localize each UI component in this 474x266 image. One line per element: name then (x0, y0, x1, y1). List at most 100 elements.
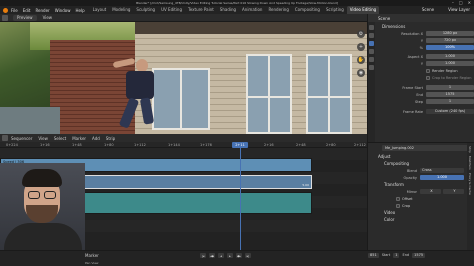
resolution-percent-label: % (419, 45, 423, 50)
crop-region-label: Crop to Render Region (432, 75, 472, 80)
sequencer-menu-view[interactable]: View (38, 136, 48, 141)
workspace-tab-rendering[interactable]: Rendering (265, 6, 291, 14)
menu-help[interactable]: Help (75, 8, 84, 13)
properties-panel: Scene Dimensions Resolution X 1280 px Y … (367, 14, 474, 142)
blender-logo-icon[interactable] (3, 7, 8, 13)
scene-selector[interactable]: Scene (422, 7, 434, 12)
tool-tab-icon[interactable] (369, 25, 374, 30)
frame-range: 851 Start 1 End 1575 (368, 253, 426, 258)
compositing-section[interactable]: Compositing (368, 160, 474, 167)
menu-edit[interactable]: Edit (23, 8, 31, 13)
mirror-y-toggle[interactable]: Y (443, 189, 464, 194)
tab-strip[interactable]: Strip (468, 146, 472, 153)
aspect-x-field[interactable]: 1.000 (426, 54, 474, 59)
resolution-y-field[interactable]: 720 px (426, 38, 474, 43)
opacity-field[interactable]: 1.000 (420, 175, 464, 180)
preview-view-menu[interactable]: View (43, 15, 53, 20)
house-window (152, 68, 210, 130)
workspace-tab-sculpting[interactable]: Sculpting (133, 6, 158, 14)
crop-checkbox[interactable] (396, 203, 400, 208)
menu-render[interactable]: Render (35, 8, 49, 13)
status-text: Pan View (85, 261, 99, 265)
workspace-tab-shading[interactable]: Shading (217, 6, 239, 14)
frame-end-field[interactable]: 1575 (426, 92, 474, 97)
offset-checkbox[interactable] (396, 196, 400, 201)
mirror-x-toggle[interactable]: X (420, 189, 441, 194)
offset-label: Offset (402, 196, 413, 201)
render-region-checkbox[interactable] (426, 68, 430, 73)
frame-step-field[interactable]: 1 (426, 99, 474, 104)
zoom-icon[interactable]: + (357, 43, 365, 51)
hand-icon[interactable]: ✋ (357, 56, 365, 64)
maximize-button[interactable]: □ (459, 0, 463, 5)
workspace-tab-texture-paint[interactable]: Texture Paint (185, 6, 217, 14)
jump-end-icon[interactable]: ▸| (245, 253, 251, 258)
workspace-tab-uv-editing[interactable]: UV Editing (158, 6, 185, 14)
workspace-tab-compositing[interactable]: Compositing (292, 6, 323, 14)
tab-proxy-cache[interactable]: Proxy & Cache (468, 173, 472, 195)
play-reverse-icon[interactable]: ◂ (218, 253, 224, 258)
bottom-bar: Marker Pan View |◂ ◂◆ ◂ ▸ ◆▸ ▸| 851 Star… (0, 250, 474, 266)
sequencer-menu-strip[interactable]: Strip (106, 136, 115, 141)
workspace-tab-layout[interactable]: Layout (90, 6, 110, 14)
shed (0, 107, 60, 134)
house-window (306, 54, 352, 134)
frame-rate-label: Frame Rate (402, 109, 423, 114)
frame-end-label: End (416, 92, 423, 97)
resolution-x-field[interactable]: 1280 px (426, 31, 474, 36)
frame-rate-dropdown[interactable]: Custom (240 fps) (426, 109, 474, 114)
color-section[interactable]: Color (368, 216, 474, 223)
workspace-tab-modeling[interactable]: Modeling (109, 6, 133, 14)
video-section[interactable]: Video (368, 209, 474, 216)
world-tab-icon[interactable] (369, 65, 374, 70)
strip-name-field[interactable]: Me_Jumping.002 (382, 145, 468, 151)
menu-file[interactable]: File (11, 8, 18, 13)
gear-icon[interactable]: ⚙ (357, 30, 365, 38)
workspace-tab-animation[interactable]: Animation (239, 6, 265, 14)
resolution-percent-field[interactable]: 100% (426, 45, 474, 50)
sequencer-menu-select[interactable]: Select (54, 136, 66, 141)
crop-region-checkbox[interactable] (426, 75, 430, 80)
glasses-icon (44, 191, 56, 199)
scene-tab-icon[interactable] (369, 57, 374, 62)
view-layer-selector[interactable]: View Layer (448, 7, 470, 12)
sequencer-menu-marker[interactable]: Marker (72, 136, 86, 141)
view-layer-tab-icon[interactable] (369, 49, 374, 54)
properties-scene-header: Scene (368, 14, 474, 22)
properties-tabs (368, 22, 375, 142)
jump-start-icon[interactable]: |◂ (200, 253, 206, 258)
end-frame-field[interactable]: 1575 (412, 253, 426, 258)
movie-strip-end: 5.00 (302, 183, 309, 187)
close-button[interactable]: ✕ (468, 0, 471, 5)
minimize-button[interactable]: – (452, 0, 454, 5)
preview-header: Preview View (0, 14, 367, 22)
output-tab-icon[interactable] (369, 41, 374, 46)
sequencer-menu-add[interactable]: Add (92, 136, 100, 141)
blend-dropdown[interactable]: Cross (420, 168, 464, 173)
sequencer-mode-dropdown[interactable]: Sequencer (11, 136, 32, 141)
workspace-tab-scripting[interactable]: Scripting (323, 6, 347, 14)
preview-mode-dropdown[interactable]: Preview (13, 14, 37, 21)
marker-label[interactable]: Marker (85, 253, 99, 258)
workspace-tab-video-editing[interactable]: Video Editing (346, 6, 380, 14)
frame-start-label: Frame Start (402, 85, 423, 90)
menu-window[interactable]: Window (55, 8, 71, 13)
playhead[interactable] (240, 148, 241, 250)
preview-image[interactable]: ⚙ + ✋ ◉ (0, 22, 367, 134)
current-frame-field[interactable]: 851 (368, 253, 379, 258)
frame-start-field[interactable]: 1 (426, 85, 474, 90)
roof (135, 22, 367, 34)
prev-keyframe-icon[interactable]: ◂◆ (209, 253, 215, 258)
editor-type-icon[interactable] (2, 14, 8, 21)
next-keyframe-icon[interactable]: ◆▸ (236, 253, 242, 258)
aspect-y-field[interactable]: 1.000 (426, 61, 474, 66)
transform-section[interactable]: Transform (368, 181, 474, 188)
ruler-tick: 1+16 (40, 143, 50, 147)
camera-icon[interactable]: ◉ (357, 69, 365, 77)
adjust-section[interactable]: Adjust (368, 153, 474, 160)
start-frame-field[interactable]: 1 (393, 253, 400, 258)
editor-type-icon[interactable] (2, 135, 8, 141)
tab-modifiers[interactable]: Modifiers (468, 156, 472, 170)
render-tab-icon[interactable] (369, 33, 374, 38)
play-icon[interactable]: ▸ (227, 253, 233, 258)
